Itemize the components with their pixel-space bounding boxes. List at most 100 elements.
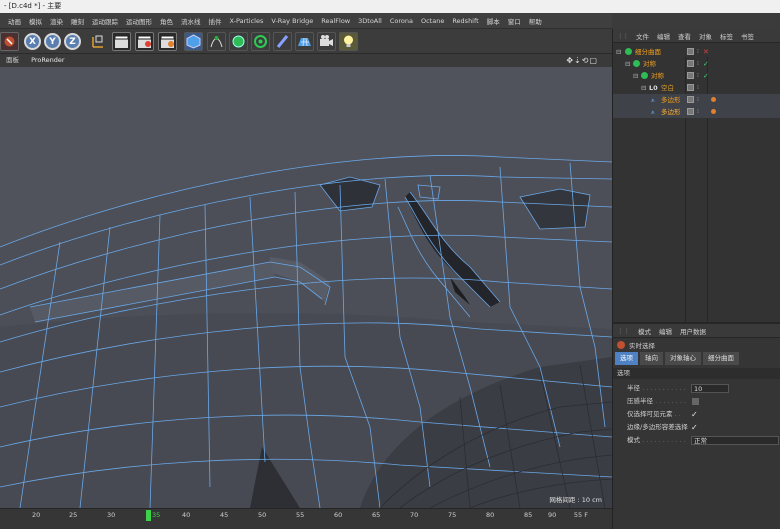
editor-render-dots-icon[interactable]: ⁝ xyxy=(697,94,699,106)
editor-render-dots-icon[interactable]: ⁝ xyxy=(697,106,699,118)
tab-options[interactable]: 选项 xyxy=(615,352,638,365)
expand-icon[interactable]: ⊟ xyxy=(625,58,630,70)
editor-render-dots-icon[interactable]: ⁝ xyxy=(697,70,699,82)
visible-only-label: 仅选择可见元素 xyxy=(627,410,673,418)
object-row[interactable]: ⊟ L0 空白 ⁝ xyxy=(613,82,780,94)
editor-render-dots-icon[interactable]: ⁝ xyxy=(697,46,699,58)
menu-item[interactable]: 脚本 xyxy=(483,16,504,26)
visibility-icon[interactable] xyxy=(687,108,694,115)
enabled-check-icon[interactable]: ✓ xyxy=(703,58,709,70)
subdivision-surface-icon[interactable] xyxy=(229,32,248,51)
visibility-icon[interactable] xyxy=(687,72,694,79)
om-menu-item[interactable]: 标签 xyxy=(720,31,733,41)
menu-item[interactable]: 插件 xyxy=(205,16,226,26)
tag-icon[interactable] xyxy=(711,97,716,102)
menu-item[interactable]: 帮助 xyxy=(525,16,546,26)
visibility-icon[interactable] xyxy=(687,60,694,67)
editor-render-dots-icon[interactable]: ⁝ xyxy=(697,82,699,94)
menu-item[interactable]: 渲染 xyxy=(46,16,67,26)
render-to-picture-viewer-icon[interactable] xyxy=(135,32,154,51)
tab-subdivision[interactable]: 细分曲面 xyxy=(703,352,739,365)
menu-item[interactable]: 模拟 xyxy=(25,16,46,26)
object-row[interactable]: ⊟ 对称 ⁝ ✓ xyxy=(613,70,780,82)
om-menu-item[interactable]: 文件 xyxy=(636,31,649,41)
radius-input[interactable]: 10 xyxy=(691,384,729,393)
om-menu-item[interactable]: 对象 xyxy=(699,31,712,41)
tool-name: 实时选择 xyxy=(629,341,655,350)
3d-viewport[interactable]: 面板 ProRender ✥⇣⟲▢ 网格间距: 10 cm xyxy=(0,54,612,508)
timeline-tick: 70 xyxy=(410,511,419,519)
object-name: 对称 xyxy=(651,72,664,80)
enabled-check-icon[interactable]: ✓ xyxy=(703,70,709,82)
x-axis-lock-button[interactable]: X xyxy=(24,33,41,50)
object-row[interactable]: ⊟ 对称 ⁝ ✓ xyxy=(613,58,780,70)
camera-icon[interactable] xyxy=(317,32,336,51)
spline-pen-icon[interactable] xyxy=(207,32,226,51)
timeline-tick: 65 xyxy=(372,511,381,519)
panel-grip-icon[interactable]: ⋮⋮ xyxy=(617,32,629,40)
menu-item[interactable]: 运动图形 xyxy=(122,16,156,26)
symmetry-icon xyxy=(641,72,648,79)
light-icon[interactable] xyxy=(339,32,358,51)
deformer-icon[interactable] xyxy=(273,32,292,51)
viewport-panel-menu[interactable]: 面板 xyxy=(6,56,19,64)
timeline[interactable]: 20 25 30 35 40 45 50 55 60 65 70 75 80 8… xyxy=(0,508,612,529)
attr-menu-item[interactable]: 模式 xyxy=(638,326,651,336)
tab-axis[interactable]: 轴向 xyxy=(640,352,663,365)
visibility-icon[interactable] xyxy=(687,48,694,55)
edge-polygon-tolerance-checkbox[interactable]: ✓ xyxy=(691,423,698,432)
object-row[interactable]: ⩚ 多边形 ⁝ xyxy=(613,94,780,106)
z-axis-lock-button[interactable]: Z xyxy=(64,33,81,50)
coordinate-system-icon[interactable] xyxy=(88,32,107,51)
menu-item[interactable]: 窗口 xyxy=(504,16,525,26)
expand-icon[interactable]: ⊟ xyxy=(616,46,621,58)
menu-item[interactable]: V-Ray Bridge xyxy=(267,17,317,25)
om-menu-item[interactable]: 书签 xyxy=(741,31,754,41)
window-title: - [D.c4d *] - 主要 xyxy=(0,0,780,13)
edge-polygon-tolerance-row: 边缘/多边形容差选择 ✓ xyxy=(613,421,780,434)
disabled-x-icon[interactable]: ✕ xyxy=(703,46,709,58)
om-menu-item[interactable]: 查看 xyxy=(678,31,691,41)
playhead-marker[interactable] xyxy=(146,510,151,521)
pressure-radius-checkbox[interactable] xyxy=(692,398,699,405)
visibility-icon[interactable] xyxy=(687,84,694,91)
mode-row: 模式 . . . . . . . . . . . 正常 xyxy=(613,434,780,447)
menu-item[interactable]: 角色 xyxy=(156,16,177,26)
object-row[interactable]: ⩚ 多边形 ⁝ xyxy=(613,106,780,118)
menu-item[interactable]: 运动跟踪 xyxy=(88,16,122,26)
menu-item[interactable]: 流水线 xyxy=(177,16,205,26)
visibility-icon[interactable] xyxy=(687,96,694,103)
right-panel: ⋮⋮ 文件 编辑 查看 对象 标签 书签 ⊟ 细分曲面 ⁝ ✕ ⊟ 对称 ⁝ ✓… xyxy=(612,29,780,529)
panel-grip-icon[interactable]: ⋮⋮ xyxy=(617,327,630,335)
menu-item[interactable]: 动画 xyxy=(4,16,25,26)
viewport-renderer-menu[interactable]: ProRender xyxy=(31,56,64,64)
polygon-mesh[interactable] xyxy=(0,67,612,508)
object-row[interactable]: ⊟ 细分曲面 ⁝ ✕ xyxy=(613,46,780,58)
menu-item[interactable]: Redshift xyxy=(448,17,482,25)
editor-render-dots-icon[interactable]: ⁝ xyxy=(697,58,699,70)
cube-icon[interactable] xyxy=(184,32,203,51)
menu-item[interactable]: X-Particles xyxy=(226,17,268,25)
viewport-navigation-icons[interactable]: ✥⇣⟲▢ xyxy=(566,54,598,67)
menu-item[interactable]: 3DtoAll xyxy=(354,17,386,25)
render-view-icon[interactable] xyxy=(112,32,131,51)
expand-icon[interactable]: ⊟ xyxy=(633,70,638,82)
pressure-radius-row: 压感半径 . . . . . . . . xyxy=(613,395,780,408)
menu-item[interactable]: Octane xyxy=(417,17,448,25)
visible-only-checkbox[interactable]: ✓ xyxy=(691,410,698,419)
floor-grid-icon[interactable] xyxy=(295,32,314,51)
mode-dropdown[interactable]: 正常 xyxy=(691,436,779,445)
array-generator-icon[interactable] xyxy=(251,32,270,51)
menu-item[interactable]: RealFlow xyxy=(317,17,354,25)
live-selection-icon[interactable] xyxy=(0,32,19,51)
y-axis-lock-button[interactable]: Y xyxy=(44,33,61,50)
tag-icon[interactable] xyxy=(711,109,716,114)
expand-icon[interactable]: ⊟ xyxy=(641,82,646,94)
menu-item[interactable]: 雕刻 xyxy=(67,16,88,26)
render-settings-icon[interactable] xyxy=(158,32,177,51)
attr-menu-item[interactable]: 用户数据 xyxy=(680,326,706,336)
om-menu-item[interactable]: 编辑 xyxy=(657,31,670,41)
tab-object-axis[interactable]: 对象轴心 xyxy=(665,352,701,365)
menu-item[interactable]: Corona xyxy=(386,17,417,25)
attr-menu-item[interactable]: 编辑 xyxy=(659,326,672,336)
